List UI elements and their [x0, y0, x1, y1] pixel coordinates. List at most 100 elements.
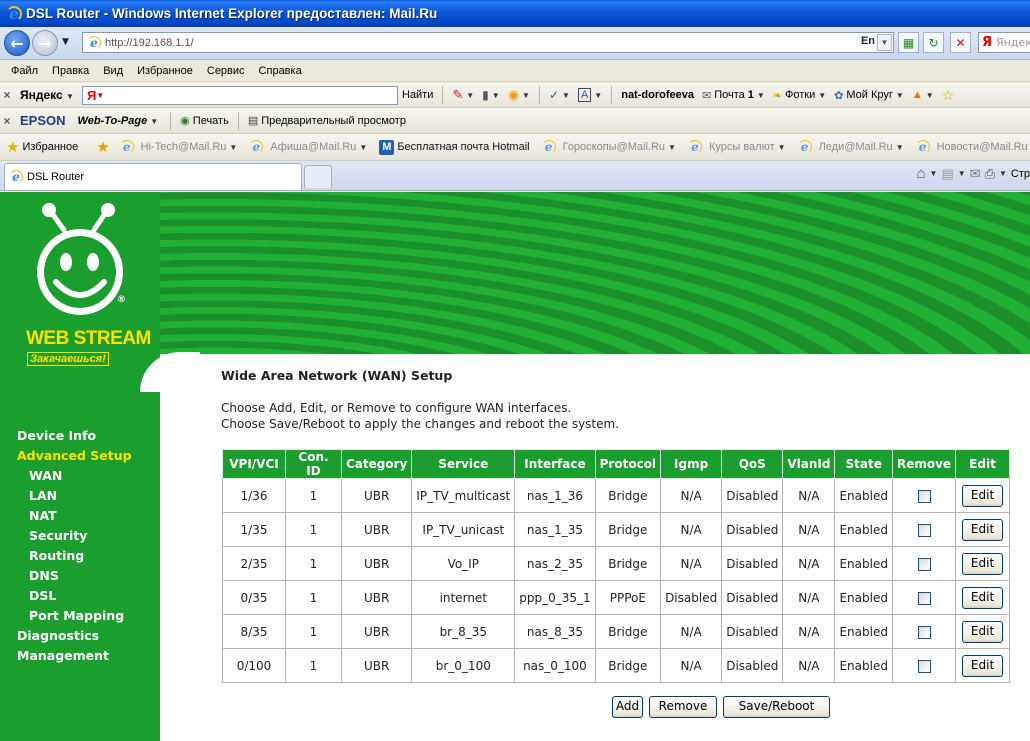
- edit-button[interactable]: Edit: [962, 654, 1004, 677]
- stop-icon[interactable]: ✕: [950, 32, 971, 53]
- signal-bars-icon[interactable]: ▮ ▼: [482, 88, 500, 102]
- mail-button[interactable]: ✉ Почта 1 ▼: [702, 89, 765, 102]
- nav-diagnostics[interactable]: Diagnostics: [17, 626, 132, 646]
- edit-button[interactable]: Edit: [962, 484, 1004, 507]
- spellcheck-icon[interactable]: ✓ ▼: [549, 88, 570, 102]
- table-cell: N/A: [660, 512, 723, 547]
- web-to-page-label: Web-To-Page: [77, 114, 148, 127]
- col-protocol: Protocol: [594, 449, 662, 479]
- menu-help[interactable]: Справка: [252, 65, 309, 77]
- edit-button[interactable]: Edit: [962, 620, 1004, 643]
- save-reboot-button[interactable]: Save/Reboot: [723, 696, 830, 718]
- bookmark-icon[interactable]: ▲ ▼: [912, 89, 934, 101]
- toolbar-close-icon[interactable]: ×: [2, 114, 12, 128]
- fav-lady[interactable]: e Леди@Mail.Ru ▼: [797, 140, 904, 154]
- read-mail-icon[interactable]: ✉: [970, 166, 981, 182]
- menu-file[interactable]: Файл: [4, 65, 45, 77]
- photos-label: Фотки: [785, 89, 816, 101]
- remove-checkbox[interactable]: [917, 557, 931, 571]
- fav-currency[interactable]: e Курсы валют ▼: [687, 140, 786, 154]
- add-button[interactable]: Add: [612, 696, 643, 718]
- compatibility-icon[interactable]: ▦: [898, 32, 919, 53]
- pen-icon[interactable]: ✎ ▼: [452, 87, 474, 103]
- remove-checkbox[interactable]: [917, 523, 931, 537]
- table-cell: Bridge: [594, 614, 662, 649]
- nav-advanced-setup[interactable]: Advanced Setup: [17, 446, 132, 466]
- language-indicator[interactable]: En: [861, 35, 875, 47]
- edit-cell: Edit: [955, 478, 1011, 513]
- star-icon[interactable]: ☆: [942, 87, 955, 104]
- fav-hotmail[interactable]: M Бесплатная почта Hotmail: [379, 139, 530, 155]
- nav-security[interactable]: Security: [17, 526, 132, 546]
- col-state: State: [834, 449, 893, 479]
- nav-dns[interactable]: DNS: [17, 566, 132, 586]
- add-favorite-icon[interactable]: ★: [96, 138, 109, 156]
- menu-view[interactable]: Вид: [96, 65, 130, 77]
- menu-tools[interactable]: Сервис: [200, 65, 252, 77]
- table-cell: N/A: [660, 546, 723, 581]
- fav-hitech[interactable]: e Hi-Tech@Mail.Ru ▼: [119, 140, 237, 154]
- edit-button[interactable]: Edit: [962, 518, 1004, 541]
- table-cell: N/A: [660, 478, 723, 513]
- web-to-page-button[interactable]: Web-To-Page ▼: [78, 115, 159, 127]
- menu-favorites[interactable]: Избранное: [130, 65, 200, 77]
- fav-horoscope[interactable]: e Гороскопы@Mail.Ru ▼: [541, 140, 676, 154]
- remove-checkbox[interactable]: [917, 489, 931, 503]
- address-field[interactable]: e http://192.168.1.1/ En ▼: [82, 32, 894, 53]
- remove-checkbox[interactable]: [917, 591, 931, 605]
- nav-device-info[interactable]: Device Info: [17, 426, 132, 446]
- table-cell: 1: [285, 546, 342, 581]
- fav-news[interactable]: eНовости@Mail.Ru▼: [915, 140, 1030, 154]
- toolbar-close-icon[interactable]: ×: [2, 88, 12, 102]
- circle-button[interactable]: ✿ Мой Круг ▼: [834, 89, 904, 102]
- nav-management[interactable]: Management: [17, 646, 132, 666]
- nav-dsl[interactable]: DSL: [17, 586, 132, 606]
- back-button[interactable]: ←: [4, 30, 30, 56]
- wan-table-header: VPI/VCI Con. ID Category Service Interfa…: [222, 449, 1011, 479]
- window-titlebar: e DSL Router - Windows Internet Explorer…: [0, 0, 1030, 27]
- remove-checkbox[interactable]: [917, 625, 931, 639]
- print-button[interactable]: ◉ Печать: [180, 114, 229, 128]
- address-url: http://192.168.1.1/: [105, 36, 194, 49]
- nav-port-mapping[interactable]: Port Mapping: [17, 606, 132, 626]
- table-cell: Enabled: [834, 512, 893, 547]
- page-menu[interactable]: Стр: [1011, 168, 1030, 180]
- new-tab-button[interactable]: [304, 165, 332, 188]
- table-row: 2/35 1 UBR Vo_IP nas_2_35 Bridge N/A Disabled N/…: [222, 546, 1011, 581]
- forward-button[interactable]: →: [32, 30, 58, 56]
- nav-nat[interactable]: NAT: [17, 506, 132, 526]
- table-cell: 2/35: [222, 546, 286, 581]
- edit-button[interactable]: Edit: [962, 586, 1004, 609]
- nav-lan[interactable]: LAN: [17, 486, 132, 506]
- separator: [237, 111, 239, 130]
- nav-wan[interactable]: WAN: [17, 466, 132, 486]
- table-cell: Disabled: [721, 614, 784, 649]
- fav-label: Бесплатная почта Hotmail: [397, 141, 530, 153]
- wan-table: VPI/VCI Con. ID Category Service Interfa…: [222, 449, 1011, 683]
- favorites-button[interactable]: ★ Избранное: [6, 138, 78, 156]
- print-icon[interactable]: ⎙: [985, 166, 995, 182]
- remove-button[interactable]: Remove: [649, 696, 717, 718]
- feeds-icon[interactable]: ▤: [941, 166, 953, 182]
- tab-row: e DSL Router ⌂ ▼ ▤ ▼ ✉ ⎙ ▼ Стр: [0, 161, 1030, 191]
- yandex-user[interactable]: nat-dorofeeva: [621, 89, 694, 101]
- yandex-logo[interactable]: Яндекс ▼: [20, 88, 74, 102]
- address-dropdown-icon[interactable]: ▼: [877, 34, 892, 51]
- history-dropdown-icon[interactable]: ▼: [62, 37, 69, 47]
- chat-icon[interactable]: ◉ ▼: [508, 87, 530, 103]
- photos-button[interactable]: ❧ Фотки ▼: [773, 89, 826, 102]
- page-title: Wide Area Network (WAN) Setup: [221, 368, 453, 383]
- menu-edit[interactable]: Правка: [45, 65, 96, 77]
- preview-button[interactable]: ▤ Предварительный просмотр: [248, 114, 406, 128]
- tab-dsl-router[interactable]: e DSL Router: [4, 163, 302, 190]
- header-search-input[interactable]: Я Яндекс: [978, 32, 1030, 53]
- yandex-search-input[interactable]: Я ▼: [81, 85, 398, 105]
- home-icon[interactable]: ⌂: [916, 165, 925, 182]
- nav-routing[interactable]: Routing: [17, 546, 132, 566]
- fav-afisha[interactable]: e Афиша@Mail.Ru ▼: [249, 140, 367, 154]
- remove-checkbox[interactable]: [917, 659, 931, 673]
- edit-button[interactable]: Edit: [962, 552, 1004, 575]
- translate-icon[interactable]: A ▼: [577, 88, 602, 102]
- refresh-icon[interactable]: ↻: [923, 32, 944, 53]
- yandex-find-button[interactable]: Найти: [402, 89, 433, 101]
